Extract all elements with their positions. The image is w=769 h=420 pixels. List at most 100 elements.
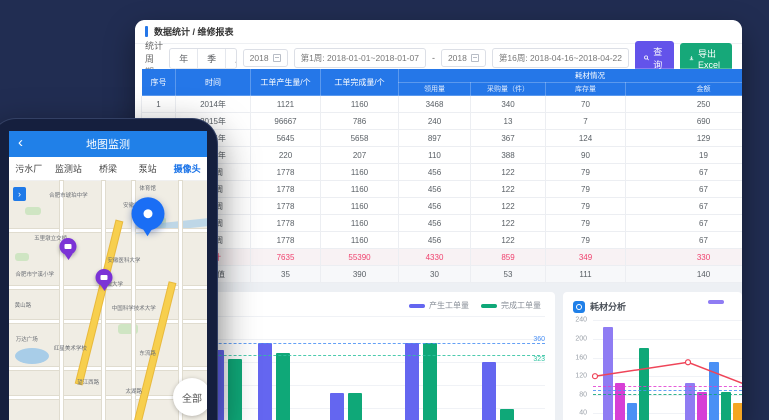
bar (733, 403, 742, 420)
week-to-input[interactable]: 第16周: 2018-04-16~2018-04-22 (492, 48, 629, 68)
period-option[interactable]: 季 (198, 49, 226, 68)
year-from-select[interactable]: 2018 (243, 49, 288, 67)
col-header-no: 序号 (142, 69, 176, 96)
cell-completed: 786 (321, 113, 399, 130)
cell-sub1: 456 (399, 198, 471, 215)
cell-sub2: 340 (471, 96, 546, 113)
reference-line-label: 360 (533, 336, 545, 343)
legend-item (708, 300, 728, 304)
bar (639, 348, 649, 420)
bar (348, 393, 362, 420)
avg-created: 35 (251, 266, 321, 283)
cell-sub3: 79 (546, 164, 626, 181)
avg-completed: 390 (321, 266, 399, 283)
week-from-input[interactable]: 第1周: 2018-01-01~2018-01-07 (294, 48, 426, 68)
chart-gridline (593, 339, 742, 340)
phone-tab[interactable]: 污水厂 (9, 162, 49, 175)
col-header-created: 工单产生量/个 (251, 69, 321, 96)
legend-swatch (409, 304, 425, 308)
col-subheader: 领用量 (399, 83, 471, 96)
cell-completed: 1160 (321, 215, 399, 232)
map-road (9, 320, 207, 323)
cell-sub2: 122 (471, 181, 546, 198)
cell-sub3: 79 (546, 198, 626, 215)
table-row: 9 第5周 1778 1160 456 122 79 67 (142, 232, 743, 249)
col-subheader: 库存量 (546, 83, 626, 96)
chart-title: 耗材分析 (590, 300, 626, 313)
map-place-label: 红星美术学校 (54, 344, 87, 352)
year-to-select[interactable]: 2018 (441, 49, 486, 67)
cell-completed: 207 (321, 147, 399, 164)
dashboard-panel: 数据统计 / 维修报表 统计周期: 年 季 月 周 日 2018 第1周: 20… (135, 20, 742, 420)
avg-sub4: 140 (626, 266, 743, 283)
map-road (60, 181, 63, 420)
map-road (9, 229, 207, 232)
total-sub2: 859 (471, 249, 546, 266)
week-from-value: 第1周: 2018-01-01~2018-01-07 (301, 52, 419, 64)
bar (276, 353, 290, 420)
map[interactable]: 合肥市琥珀中学体育馆安徽农业大学五里墩立交桥安徽医科大学安徽大学合肥市宁溪小学黄… (9, 181, 207, 420)
cell-sub3: 70 (546, 96, 626, 113)
legend-item: 产生工单量 (409, 300, 469, 311)
y-axis-tick: 80 (565, 391, 587, 398)
week-to-value: 第16周: 2018-04-16~2018-04-22 (499, 52, 622, 64)
table-row: 2 2015年 96667 786 240 13 7 690 (142, 113, 743, 130)
y-axis-tick: 160 (565, 354, 587, 361)
chart-gridline (593, 376, 742, 377)
breadcrumb: 数据统计 / 维修报表 (154, 25, 234, 38)
map-place-label: 望江西路 (77, 378, 99, 386)
cell-sub1: 456 (399, 164, 471, 181)
chart-legend (708, 300, 728, 304)
total-sub3: 349 (546, 249, 626, 266)
camera-pin[interactable] (60, 238, 77, 255)
cell-sub3: 79 (546, 232, 626, 249)
total-created: 7635 (251, 249, 321, 266)
cell-created: 1121 (251, 96, 321, 113)
phone-tab[interactable]: 摄像头 (167, 162, 207, 175)
average-row: 平均值 35 390 30 53 111 140 (142, 266, 743, 283)
period-option[interactable]: 年 (170, 49, 198, 68)
year-to-value: 2018 (448, 53, 467, 63)
cell-sub1: 456 (399, 215, 471, 232)
period-segmented-control: 年 季 月 周 日 (169, 48, 237, 69)
chart-gridline (593, 320, 742, 321)
cell-sub3: 90 (546, 147, 626, 164)
phone-tab-bar: 污水厂 监测站 桥梁 泵站 摄像头 (9, 157, 207, 181)
cell-completed: 1160 (321, 96, 399, 113)
bar (482, 362, 496, 420)
map-all-button[interactable]: 全部 (173, 378, 207, 416)
cell-completed: 1160 (321, 164, 399, 181)
total-sub1: 4330 (399, 249, 471, 266)
cell-sub3: 79 (546, 215, 626, 232)
cell-sub2: 367 (471, 130, 546, 147)
reference-line-label: 323 (533, 356, 545, 363)
cell-sub4: 67 (626, 232, 743, 249)
back-icon[interactable]: ‹ (18, 135, 23, 150)
table-row: 8 第4周 1778 1160 456 122 79 67 (142, 215, 743, 232)
phone-tab[interactable]: 监测站 (49, 162, 89, 175)
map-place-label: 东流路 (139, 349, 156, 357)
cell-sub4: 67 (626, 215, 743, 232)
cell-sub1: 456 (399, 181, 471, 198)
total-row: 合计 7635 55390 4330 859 349 330 (142, 249, 743, 266)
cell-sub4: 129 (626, 130, 743, 147)
cell-completed: 5658 (321, 130, 399, 147)
cell-sub1: 897 (399, 130, 471, 147)
camera-pin[interactable] (96, 269, 113, 286)
cell-sub3: 7 (546, 113, 626, 130)
phone-tab[interactable]: 桥梁 (88, 162, 128, 175)
map-expander-button[interactable]: › (13, 187, 26, 201)
phone-mockup: ‹ 地图监测 污水厂 监测站 桥梁 泵站 摄像头 (0, 118, 218, 420)
y-axis-tick: 120 (565, 373, 587, 380)
col-header-consumables-group: 耗材情况 (399, 69, 743, 83)
cell-sub4: 67 (626, 164, 743, 181)
bar (721, 392, 731, 420)
map-road (9, 367, 207, 370)
calendar-icon (273, 54, 281, 62)
selected-location-pin[interactable] (131, 197, 164, 230)
phone-tab[interactable]: 泵站 (128, 162, 168, 175)
cell-created: 1778 (251, 215, 321, 232)
bar (500, 409, 514, 420)
chart-gridline (593, 358, 742, 359)
period-option[interactable]: 月 (226, 49, 236, 68)
